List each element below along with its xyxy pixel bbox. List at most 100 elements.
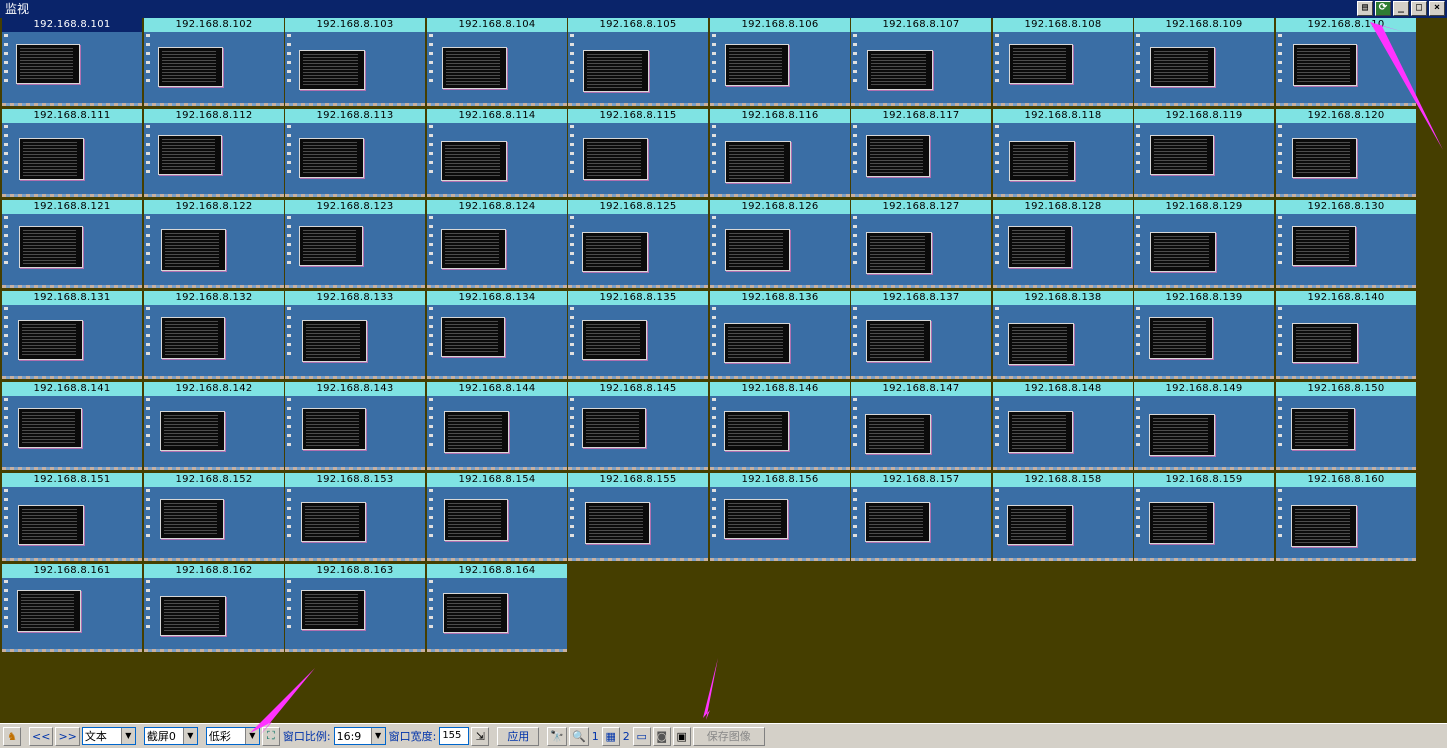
monitor-tile[interactable]: 192.168.8.150 [1276, 382, 1417, 471]
monitor-tile[interactable]: 192.168.8.110 [1276, 18, 1417, 107]
close-icon[interactable]: × [1429, 1, 1445, 16]
monitor-tile[interactable]: 192.168.8.115 [568, 109, 709, 198]
tile-screen-thumbnail [993, 214, 1134, 289]
monitor-tile[interactable]: 192.168.8.119 [1134, 109, 1275, 198]
monitor-tile[interactable]: 192.168.8.144 [427, 382, 568, 471]
monitor-tile[interactable]: 192.168.8.113 [285, 109, 426, 198]
stretch-icon[interactable]: ⇲ [471, 726, 490, 746]
monitor-tile[interactable]: 192.168.8.133 [285, 291, 426, 380]
monitor-tile[interactable]: 192.168.8.160 [1276, 473, 1417, 562]
apply-button[interactable]: 应用 [497, 726, 540, 746]
monitor-tile[interactable]: 192.168.8.114 [427, 109, 568, 198]
console-window-thumbnail [299, 138, 364, 178]
monitor-tile[interactable]: 192.168.8.157 [851, 473, 992, 562]
monitor-tile[interactable]: 192.168.8.134 [427, 291, 568, 380]
monitor-tile[interactable]: 192.168.8.152 [144, 473, 285, 562]
view2-label[interactable]: 2 [622, 730, 631, 743]
monitor-tile[interactable]: 192.168.8.151 [2, 473, 143, 562]
camera-icon[interactable]: ◙ [652, 726, 671, 746]
next-page-button[interactable]: >> [55, 726, 80, 746]
fit-screen-icon[interactable]: ⛶ [261, 726, 280, 746]
console-window-thumbnail [441, 141, 507, 181]
prev-page-button[interactable]: << [29, 726, 54, 746]
desktop-icons [1136, 307, 1144, 361]
monitor-tile[interactable]: 192.168.8.155 [568, 473, 709, 562]
tile-ip-label: 192.168.8.117 [851, 109, 992, 123]
monitor-tile[interactable]: 192.168.8.132 [144, 291, 285, 380]
fullscreen-icon[interactable]: ▣ [672, 726, 691, 746]
monitor-tile[interactable]: 192.168.8.129 [1134, 200, 1275, 289]
monitor-tile[interactable]: 192.168.8.125 [568, 200, 709, 289]
monitor-tile[interactable]: 192.168.8.106 [710, 18, 851, 107]
ratio-select[interactable]: 16:9 ▼ [333, 727, 386, 745]
monitor-tile[interactable]: 192.168.8.121 [2, 200, 143, 289]
monitor-tile[interactable]: 192.168.8.123 [285, 200, 426, 289]
monitor-tile[interactable]: 192.168.8.163 [285, 564, 426, 653]
monitor-tile[interactable]: 192.168.8.117 [851, 109, 992, 198]
width-input[interactable]: 155 [439, 727, 470, 745]
monitor-tile[interactable]: 192.168.8.102 [144, 18, 285, 107]
minimize-icon[interactable]: _ [1393, 1, 1409, 16]
refresh-icon[interactable]: ⟳ [1375, 1, 1391, 16]
binoculars-icon[interactable]: 🔭 [547, 726, 568, 746]
grid-view-icon[interactable]: ▦ [601, 726, 620, 746]
monitor-tile[interactable]: 192.168.8.161 [2, 564, 143, 653]
monitor-tile[interactable]: 192.168.8.104 [427, 18, 568, 107]
tile-ip-label: 192.168.8.158 [993, 473, 1134, 487]
monitor-icon[interactable]: ▭ [632, 726, 651, 746]
monitor-tile[interactable]: 192.168.8.120 [1276, 109, 1417, 198]
search-view-icon[interactable]: 🔍 [569, 726, 589, 746]
monitor-tile[interactable]: 192.168.8.149 [1134, 382, 1275, 471]
monitor-tile[interactable]: 192.168.8.137 [851, 291, 992, 380]
monitor-tile[interactable]: 192.168.8.145 [568, 382, 709, 471]
view1-label[interactable]: 1 [591, 730, 600, 743]
monitor-tile[interactable]: 192.168.8.156 [710, 473, 851, 562]
monitor-tile[interactable]: 192.168.8.153 [285, 473, 426, 562]
monitor-tile[interactable]: 192.168.8.159 [1134, 473, 1275, 562]
monitor-tile[interactable]: 192.168.8.122 [144, 200, 285, 289]
monitor-tile[interactable]: 192.168.8.103 [285, 18, 426, 107]
desktop-icons [712, 34, 720, 88]
desktop-icons [1136, 34, 1144, 88]
monitor-tile[interactable]: 192.168.8.116 [710, 109, 851, 198]
monitor-tile[interactable]: 192.168.8.138 [993, 291, 1134, 380]
color-select[interactable]: 低彩 ▼ [205, 727, 260, 745]
tile-screen-thumbnail [285, 578, 426, 653]
save-image-button[interactable]: 保存图像 [692, 726, 765, 746]
monitor-tile[interactable]: 192.168.8.108 [993, 18, 1134, 107]
monitor-tile[interactable]: 192.168.8.162 [144, 564, 285, 653]
monitor-tile[interactable]: 192.168.8.164 [427, 564, 568, 653]
monitor-tile[interactable]: 192.168.8.135 [568, 291, 709, 380]
monitor-tile[interactable]: 192.168.8.146 [710, 382, 851, 471]
maximize-icon[interactable]: □ [1411, 1, 1427, 16]
monitor-tile[interactable]: 192.168.8.105 [568, 18, 709, 107]
user-icon[interactable]: ♞ [3, 726, 21, 746]
tile-ip-label: 192.168.8.115 [568, 109, 709, 123]
tile-ip-label: 192.168.8.163 [285, 564, 426, 578]
monitor-tile[interactable]: 192.168.8.154 [427, 473, 568, 562]
monitor-tile[interactable]: 192.168.8.124 [427, 200, 568, 289]
monitor-tile[interactable]: 192.168.8.128 [993, 200, 1134, 289]
monitor-tile[interactable]: 192.168.8.111 [2, 109, 143, 198]
monitor-tile[interactable]: 192.168.8.126 [710, 200, 851, 289]
mode-select[interactable]: 文本 ▼ [81, 727, 136, 745]
monitor-tile[interactable]: 192.168.8.107 [851, 18, 992, 107]
monitor-tile[interactable]: 192.168.8.147 [851, 382, 992, 471]
monitor-tile[interactable]: 192.168.8.142 [144, 382, 285, 471]
screen-select[interactable]: 截屏0 ▼ [143, 727, 198, 745]
list-icon[interactable]: ▤ [1357, 1, 1373, 16]
monitor-tile[interactable]: 192.168.8.148 [993, 382, 1134, 471]
monitor-tile[interactable]: 192.168.8.118 [993, 109, 1134, 198]
monitor-tile[interactable]: 192.168.8.127 [851, 200, 992, 289]
monitor-tile[interactable]: 192.168.8.112 [144, 109, 285, 198]
monitor-tile[interactable]: 192.168.8.109 [1134, 18, 1275, 107]
monitor-tile[interactable]: 192.168.8.101 [2, 18, 143, 107]
monitor-tile[interactable]: 192.168.8.130 [1276, 200, 1417, 289]
monitor-tile[interactable]: 192.168.8.141 [2, 382, 143, 471]
monitor-tile[interactable]: 192.168.8.158 [993, 473, 1134, 562]
monitor-tile[interactable]: 192.168.8.136 [710, 291, 851, 380]
monitor-tile[interactable]: 192.168.8.143 [285, 382, 426, 471]
monitor-tile[interactable]: 192.168.8.131 [2, 291, 143, 380]
monitor-tile[interactable]: 192.168.8.139 [1134, 291, 1275, 380]
monitor-tile[interactable]: 192.168.8.140 [1276, 291, 1417, 380]
